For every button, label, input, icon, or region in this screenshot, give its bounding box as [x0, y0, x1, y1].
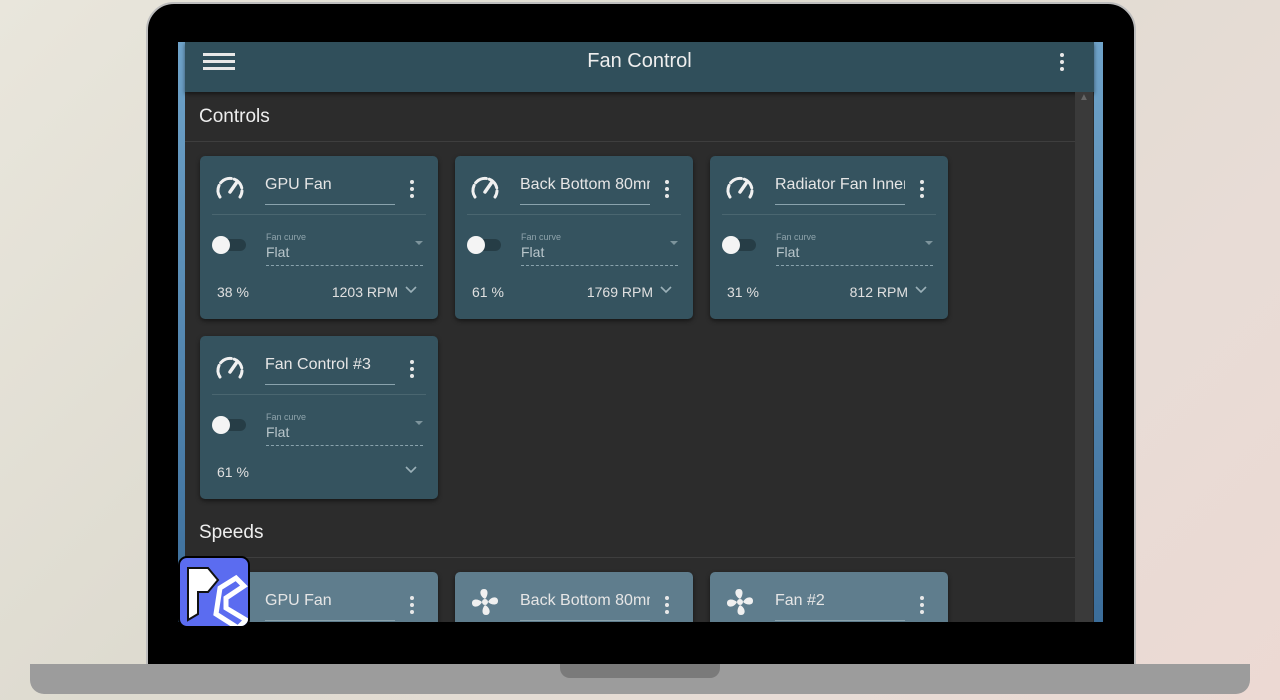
control-card: Back Bottom 80mm Fan curve Flat 61 % 176…	[455, 156, 693, 319]
enable-toggle[interactable]	[212, 236, 248, 254]
dropdown-arrow-icon	[925, 241, 933, 245]
control-percent: 38 %	[217, 284, 249, 300]
card-menu-icon[interactable]	[662, 596, 672, 617]
card-menu-icon[interactable]	[407, 360, 417, 381]
divider	[467, 214, 681, 215]
control-name-input[interactable]: GPU Fan	[265, 176, 395, 205]
fan-curve-select[interactable]: Flat	[266, 424, 423, 446]
dropdown-arrow-icon	[415, 421, 423, 425]
page-title: Fan Control	[587, 50, 692, 72]
chevron-down-icon[interactable]	[404, 462, 418, 476]
card-menu-icon[interactable]	[407, 596, 417, 617]
fan-curve-label: Fan curve	[776, 232, 817, 242]
speedometer-icon	[214, 172, 246, 204]
control-name-input[interactable]: Back Bottom 80mm	[520, 176, 650, 205]
fan-curve-label: Fan curve	[521, 232, 562, 242]
control-name-input[interactable]: Radiator Fan Inner	[775, 176, 905, 205]
divider	[722, 214, 936, 215]
speedometer-icon	[724, 172, 756, 204]
fan-curve-select[interactable]: Flat	[266, 244, 423, 266]
divider	[185, 141, 1075, 142]
laptop-notch	[560, 664, 720, 678]
card-menu-icon[interactable]	[662, 180, 672, 201]
window-edge	[178, 42, 185, 622]
speed-name-input[interactable]: Fan #2	[775, 592, 905, 621]
speed-name-input[interactable]: Back Bottom 80mm	[520, 592, 650, 621]
enable-toggle[interactable]	[212, 416, 248, 434]
control-card: Fan Control #3 Fan curve Flat 61 %	[200, 336, 438, 499]
speedometer-icon	[469, 172, 501, 204]
card-menu-icon[interactable]	[917, 596, 927, 617]
app-window: Fan Control ▲ Controls GPU Fan Fan curve…	[178, 42, 1103, 622]
window-edge-right	[1094, 42, 1103, 622]
fan-curve-label: Fan curve	[266, 412, 307, 422]
section-controls: Controls	[199, 106, 270, 127]
control-percent: 61 %	[472, 284, 504, 300]
speed-card: Fan #2	[710, 572, 948, 622]
control-percent: 61 %	[217, 464, 249, 480]
divider	[212, 214, 426, 215]
chevron-down-icon[interactable]	[914, 282, 928, 296]
dropdown-arrow-icon	[415, 241, 423, 245]
card-menu-icon[interactable]	[407, 180, 417, 201]
fan-curve-select[interactable]: Flat	[521, 244, 678, 266]
fan-icon	[469, 586, 501, 618]
app-header: Fan Control	[185, 42, 1094, 92]
card-menu-icon[interactable]	[917, 180, 927, 201]
enable-toggle[interactable]	[722, 236, 758, 254]
more-options-icon[interactable]	[1057, 53, 1067, 74]
enable-toggle[interactable]	[467, 236, 503, 254]
divider	[185, 557, 1075, 558]
speedometer-icon	[214, 352, 246, 384]
fan-icon	[724, 586, 756, 618]
chevron-down-icon[interactable]	[404, 282, 418, 296]
dropdown-arrow-icon	[670, 241, 678, 245]
speed-name-input[interactable]: GPU Fan	[265, 592, 395, 621]
control-rpm: 1203 RPM	[331, 284, 398, 300]
control-name-input[interactable]: Fan Control #3	[265, 356, 395, 385]
control-rpm: 812 RPM	[849, 284, 908, 300]
fan-curve-label: Fan curve	[266, 232, 307, 242]
control-card: Radiator Fan Inner Fan curve Flat 31 % 8…	[710, 156, 948, 319]
fan-curve-select[interactable]: Flat	[776, 244, 933, 266]
scrollbar[interactable]: ▲	[1075, 92, 1093, 622]
control-card: GPU Fan Fan curve Flat 38 % 1203 RPM	[200, 156, 438, 319]
control-rpm: 1769 RPM	[586, 284, 653, 300]
site-logo	[178, 556, 250, 628]
chevron-down-icon[interactable]	[659, 282, 673, 296]
divider	[212, 394, 426, 395]
speed-card: Back Bottom 80mm	[455, 572, 693, 622]
control-percent: 31 %	[727, 284, 759, 300]
section-speeds: Speeds	[199, 522, 264, 543]
